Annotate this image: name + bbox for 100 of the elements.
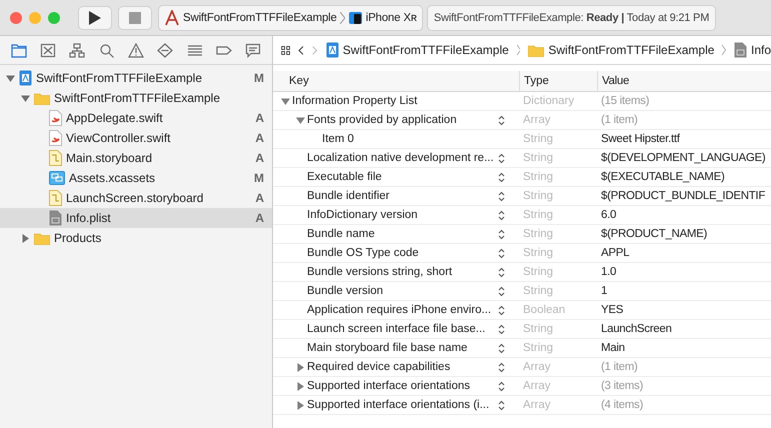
property-row[interactable]: Supported interface orientations Array (3 items) (273, 377, 771, 396)
property-type: Dictionary (522, 95, 576, 107)
source-control-status: A (255, 131, 264, 145)
property-row[interactable]: Bundle versions string, short String 1.0 (273, 263, 771, 282)
stepper-icon[interactable] (498, 210, 505, 220)
collapsed-triangle-icon[interactable] (296, 362, 305, 372)
speech-bubble-icon[interactable] (245, 42, 262, 58)
collapsed-triangle-icon[interactable] (296, 382, 305, 390)
breadcrumb[interactable]: SwiftFontFromTTFFileExample (528, 43, 714, 57)
chevron-icon (722, 43, 726, 57)
property-row[interactable]: Bundle identifier String $(PRODUCT_BUNDLE_IDENTIF (273, 187, 771, 206)
file-tree-item[interactable]: Assets.xcassets M (0, 168, 272, 188)
run-button[interactable] (78, 6, 112, 30)
stepper-icon[interactable] (498, 190, 505, 202)
property-key: Bundle identifier (307, 190, 496, 202)
expanded-triangle-icon[interactable] (21, 94, 30, 102)
grid-icon[interactable] (281, 44, 290, 56)
property-row[interactable]: Main storyboard file base name String Main (273, 339, 771, 358)
stepper-icon[interactable] (498, 304, 505, 316)
diamond-icon[interactable] (157, 42, 174, 58)
list-icon[interactable] (186, 42, 203, 58)
property-row[interactable]: Bundle OS Type code String APPL (273, 244, 771, 263)
warning-icon[interactable] (128, 42, 144, 58)
scheme-selector[interactable]: SwiftFontFromTTFFileExample iPhone Xʀ (158, 4, 423, 30)
property-value: $(PRODUCT_BUNDLE_IDENTIF (600, 190, 766, 202)
property-value: $(PRODUCT_NAME) (600, 228, 708, 240)
property-row[interactable]: Launch screen interface file base... String LaunchScreen (273, 320, 771, 339)
stepper-icon[interactable] (498, 248, 505, 258)
property-row[interactable]: Localization native development re... String $(DEVELOPMENT_LANGUAGE) (273, 149, 771, 168)
file-tree-item[interactable]: Main.storyboard A (0, 148, 272, 168)
property-value: APPL (600, 247, 630, 259)
back-icon[interactable] (298, 44, 304, 56)
chevron-icon (340, 12, 345, 24)
property-value: (1 item) (600, 114, 639, 126)
stepper-icon[interactable] (498, 266, 505, 278)
stepper-icon[interactable] (498, 286, 505, 296)
property-row[interactable]: InfoDictionary version String 6.0 (273, 206, 771, 225)
property-row[interactable]: Application requires iPhone enviro... Boolean YES (273, 301, 771, 320)
stepper-icon[interactable] (498, 228, 505, 240)
property-row[interactable]: Item 0 String Sweet Hipster.ttf (273, 130, 771, 149)
property-row[interactable]: Executable file String $(EXECUTABLE_NAME) (273, 168, 771, 187)
property-type: String (522, 342, 554, 354)
column-header[interactable]: Value (597, 71, 771, 91)
expanded-triangle-icon[interactable] (6, 74, 15, 82)
search-icon[interactable] (98, 42, 115, 58)
property-row[interactable]: Information Property List Dictionary (15 items) (273, 92, 771, 111)
property-key: Supported interface orientations (307, 380, 496, 392)
file-tree-item[interactable]: Info.plist A (0, 208, 272, 228)
column-header[interactable]: Type (519, 71, 597, 91)
stop-button[interactable] (118, 6, 152, 30)
expanded-triangle-icon[interactable] (296, 116, 305, 124)
breadcrumb[interactable]: Info (734, 42, 771, 58)
project-file-icon (326, 42, 339, 58)
property-row[interactable]: Bundle version String 1 (273, 282, 771, 301)
property-value: YES (600, 304, 624, 316)
source-control-status: A (255, 191, 264, 205)
source-control-status: A (255, 211, 264, 225)
property-type: String (522, 190, 554, 202)
property-key: Localization native development re... (307, 152, 496, 164)
folder-icon (34, 232, 50, 244)
property-key: Item 0 (322, 133, 505, 145)
column-header[interactable]: Key (273, 71, 519, 91)
property-type: String (522, 323, 554, 335)
expanded-triangle-icon[interactable] (281, 96, 290, 106)
property-type: Boolean (522, 304, 566, 316)
folder-icon[interactable] (10, 42, 27, 58)
property-value: (15 items) (600, 95, 650, 107)
collapsed-triangle-icon[interactable] (21, 234, 30, 242)
hierarchy-icon[interactable] (69, 42, 86, 58)
file-name: Main.storyboard (66, 151, 154, 165)
plist-file-icon (734, 42, 747, 58)
source-control-status: A (255, 111, 264, 125)
stepper-icon[interactable] (498, 380, 505, 392)
file-tree-item[interactable]: AppDelegate.swift A (0, 108, 272, 128)
property-row[interactable]: Bundle name String $(PRODUCT_NAME) (273, 225, 771, 244)
file-tree-item[interactable]: Products (0, 228, 272, 248)
property-row[interactable]: Supported interface orientations (i... Array (4 items) (273, 396, 771, 415)
breadcrumb[interactable]: SwiftFontFromTTFFileExample (326, 42, 509, 58)
stepper-icon[interactable] (498, 152, 505, 164)
property-row[interactable]: Fonts provided by application Array (1 item) (273, 111, 771, 130)
file-tree-item[interactable]: SwiftFontFromTTFFileExample M (0, 68, 272, 88)
stepper-icon[interactable] (498, 342, 505, 354)
file-tree-item[interactable]: SwiftFontFromTTFFileExample (0, 88, 272, 108)
stepper-icon[interactable] (498, 400, 505, 410)
file-tree-item[interactable]: LaunchScreen.storyboard A (0, 188, 272, 208)
stepper-icon[interactable] (498, 172, 505, 182)
property-row[interactable]: Required device capabilities Array (1 item) (273, 358, 771, 377)
file-tree-item[interactable]: ViewController.swift A (0, 128, 272, 148)
property-key: Supported interface orientations (i... (307, 399, 496, 411)
swift-file-icon (49, 110, 62, 126)
stepper-icon[interactable] (498, 114, 505, 126)
property-key: Launch screen interface file base... (307, 323, 496, 335)
property-type: String (522, 171, 554, 183)
file-name: Products (54, 231, 102, 245)
property-key: Bundle OS Type code (307, 247, 496, 259)
stepper-icon[interactable] (498, 324, 505, 334)
stepper-icon[interactable] (498, 362, 505, 372)
activity-status: SwiftFontFromTTFFileExample: Ready | Today at 9:21 PM (426, 4, 716, 30)
collapsed-triangle-icon[interactable] (296, 400, 305, 410)
file-name: Assets.xcassets (69, 171, 156, 185)
